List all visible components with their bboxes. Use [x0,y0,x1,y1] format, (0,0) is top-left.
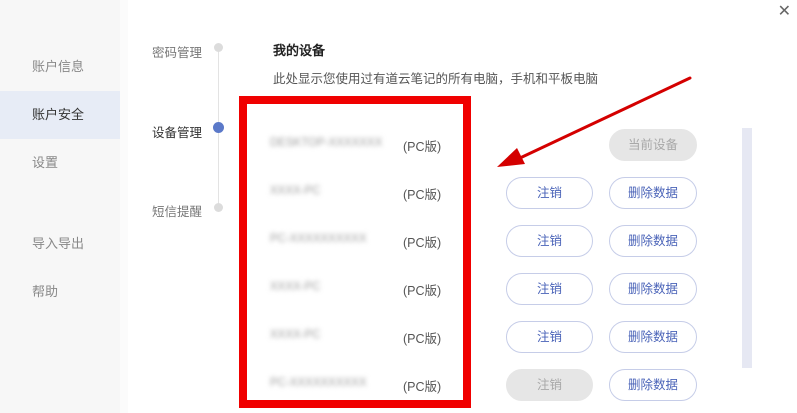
delete-data-button[interactable]: 删除数据 [609,273,697,305]
device-name: XXXX-PC [270,281,321,293]
delete-data-button[interactable]: 删除数据 [609,177,697,209]
delete-data-button[interactable]: 删除数据 [609,369,697,401]
step-dot-icon [214,43,223,52]
device-name: PC-XXXXXXXXXX [270,233,367,245]
nav-item-settings[interactable]: 设置 [0,139,120,187]
current-device-button: 当前设备 [609,129,697,161]
step-sms-reminder[interactable]: 短信提醒 [152,201,202,220]
section-title: 我的设备 [273,43,326,58]
nav-item-help[interactable]: 帮助 [0,268,120,316]
section-description: 此处显示您使用过有道云笔记的所有电脑，手机和平板电脑 [273,72,599,86]
device-name: XXXX-PC [270,329,321,341]
device-type: (PC版) [403,236,442,250]
nav-item-account-info[interactable]: 账户信息 [0,43,120,91]
device-row: PC-XXXXXXXXXX (PC版) 注销 删除数据 [270,225,700,259]
logout-button[interactable]: 注销 [506,321,593,353]
device-name: DESKTOP-XXXXXXX [270,137,383,149]
step-device-management[interactable]: 设备管理 [152,122,202,141]
step-dot-icon [214,203,223,212]
left-nav: 账户信息 账户安全 设置 导入导出 帮助 [0,0,120,413]
scrollbar[interactable] [742,128,752,368]
logout-button[interactable]: 注销 [506,177,593,209]
device-type: (PC版) [403,284,442,298]
step-dot-active-icon [213,122,224,133]
device-type: (PC版) [403,188,442,202]
logout-button-disabled: 注销 [506,369,593,401]
delete-data-button[interactable]: 删除数据 [609,225,697,257]
device-row: PC-XXXXXXXXXX (PC版) 注销 删除数据 [270,369,700,403]
device-type: (PC版) [403,332,442,346]
device-row: XXXX-PC (PC版) 注销 删除数据 [270,273,700,307]
close-icon[interactable]: ✕ [778,1,791,21]
nav-item-account-security[interactable]: 账户安全 [0,91,120,139]
nav-item-import-export[interactable]: 导入导出 [0,220,120,268]
device-row: DESKTOP-XXXXXXX (PC版) 当前设备 [270,129,700,163]
device-name: PC-XXXXXXXXXX [270,377,367,389]
device-name: XXXX-PC [270,185,321,197]
device-type: (PC版) [403,380,442,394]
device-type: (PC版) [403,140,442,154]
logout-button[interactable]: 注销 [506,225,593,257]
device-row: XXXX-PC (PC版) 注销 删除数据 [270,177,700,211]
step-password-management[interactable]: 密码管理 [152,42,202,61]
nav-divider [120,0,128,413]
device-row: XXXX-PC (PC版) 注销 删除数据 [270,321,700,355]
logout-button[interactable]: 注销 [506,273,593,305]
delete-data-button[interactable]: 删除数据 [609,321,697,353]
